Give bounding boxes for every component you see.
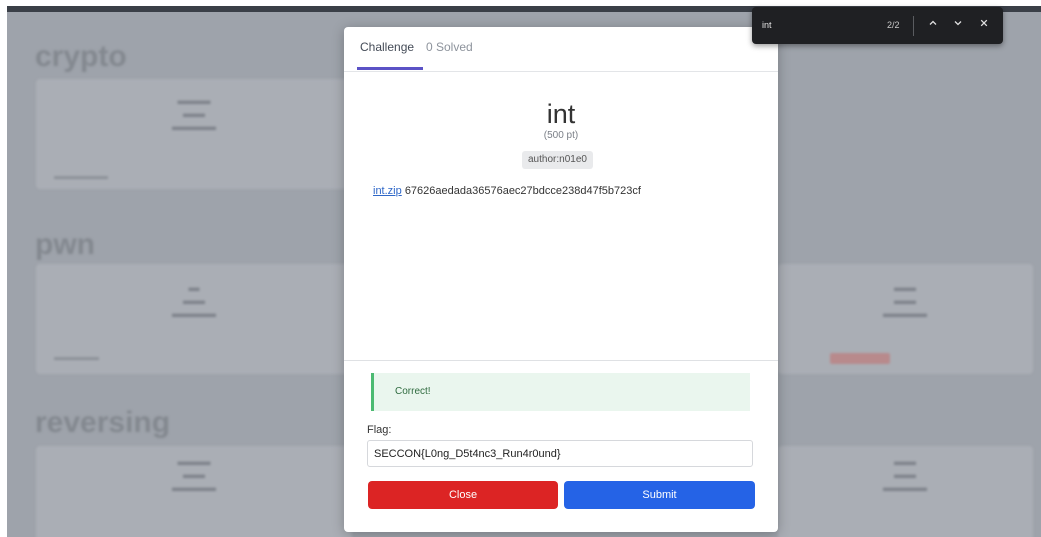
close-button[interactable]: Close bbox=[368, 481, 558, 509]
modal-tabs: Challenge 0 Solved bbox=[344, 27, 778, 72]
challenge-card: ▬▬ ▬▬ ▬▬▬▬ bbox=[778, 264, 1033, 374]
success-alert: Correct! bbox=[371, 373, 750, 411]
find-previous-button[interactable] bbox=[925, 17, 941, 33]
find-separator bbox=[913, 16, 914, 36]
file-download-link[interactable]: int.zip bbox=[373, 185, 402, 197]
challenge-modal: Challenge 0 Solved int (500 pt) author:n… bbox=[344, 27, 778, 532]
challenge-card: ▬▬ ▬▬ ▬▬▬▬ bbox=[778, 446, 1033, 537]
tab-challenge[interactable]: Challenge bbox=[360, 40, 414, 54]
flag-label: Flag: bbox=[367, 424, 392, 436]
card-badge bbox=[830, 353, 890, 364]
card-placeholder: ▬▬ ▬▬ ▬▬▬▬ bbox=[883, 282, 927, 320]
chevron-down-icon bbox=[954, 21, 962, 26]
file-hash: 67626aedada36576aec27bdcce238d47f5b723cf bbox=[404, 185, 641, 197]
card-placeholder: ▬▬▬ ▬▬ ▬▬▬▬ bbox=[172, 456, 216, 494]
find-next-button[interactable] bbox=[950, 17, 966, 33]
modal-divider bbox=[344, 360, 778, 361]
challenge-points: (500 pt) bbox=[543, 130, 579, 141]
find-input[interactable] bbox=[762, 20, 872, 30]
file-row: int.zip 67626aedada36576aec27bdcce238d47… bbox=[373, 185, 641, 197]
author-badge: author:n01e0 bbox=[522, 151, 593, 169]
card-placeholder: ▬ ▬▬ ▬▬▬▬ bbox=[172, 282, 216, 320]
challenge-title: int bbox=[546, 99, 576, 129]
find-close-button[interactable] bbox=[976, 17, 992, 33]
category-heading-pwn: pwn bbox=[35, 228, 95, 261]
alert-message: Correct! bbox=[395, 386, 431, 397]
challenge-card: ▬▬▬ ▬▬ ▬▬▬▬ bbox=[36, 446, 352, 537]
flag-input[interactable] bbox=[367, 440, 753, 467]
chevron-up-icon bbox=[929, 20, 937, 25]
active-tab-indicator bbox=[357, 67, 423, 70]
tab-solved[interactable]: 0 Solved bbox=[426, 40, 473, 54]
find-match-count: 2/2 bbox=[887, 20, 900, 30]
card-placeholder: ▬▬ ▬▬ ▬▬▬▬ bbox=[883, 456, 927, 494]
challenge-card: ▬ ▬▬ ▬▬▬▬ ▬▬▬▬▬ bbox=[36, 264, 352, 374]
submit-button[interactable]: Submit bbox=[564, 481, 755, 509]
category-heading-reversing: reversing bbox=[35, 406, 171, 439]
close-icon bbox=[980, 19, 988, 27]
find-bar: 2/2 bbox=[752, 7, 1003, 44]
card-placeholder: ▬▬▬ ▬▬ ▬▬▬▬ bbox=[172, 95, 216, 133]
card-footer: ▬▬▬▬▬▬ bbox=[54, 171, 108, 181]
card-footer: ▬▬▬▬▬ bbox=[54, 352, 99, 362]
challenge-card: ▬▬▬ ▬▬ ▬▬▬▬ ▬▬▬▬▬▬ bbox=[36, 79, 352, 189]
category-heading-crypto: crypto bbox=[35, 40, 127, 73]
